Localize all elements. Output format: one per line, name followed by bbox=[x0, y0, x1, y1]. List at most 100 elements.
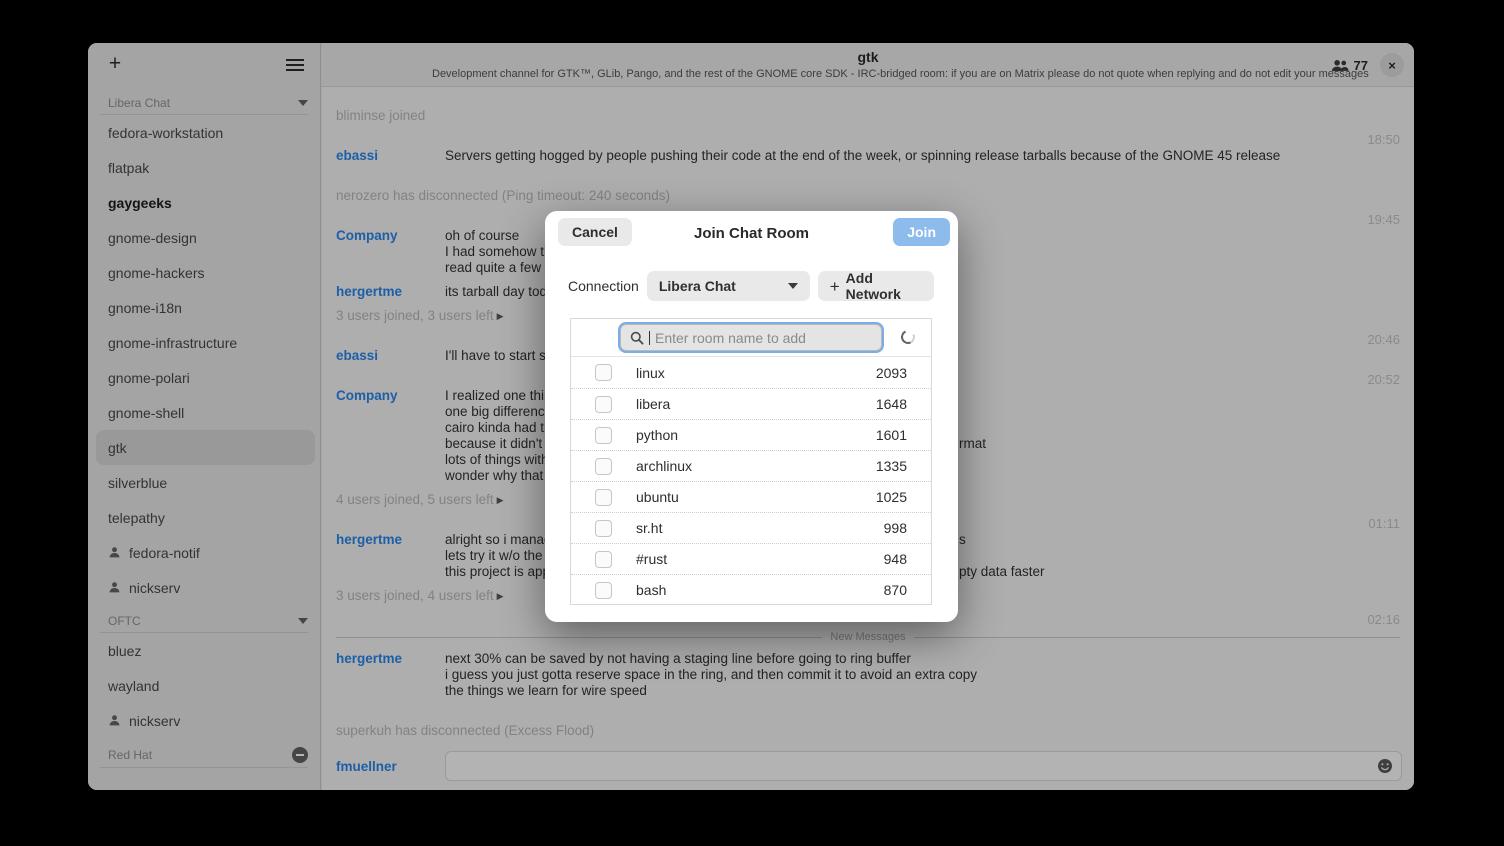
sidebar-item-gtk[interactable]: gtk bbox=[96, 430, 315, 465]
room-checkbox[interactable] bbox=[595, 519, 612, 537]
sidebar-list: Libera Chat fedora-workstation flatpak gayg… bbox=[88, 87, 320, 790]
section-divider bbox=[100, 767, 308, 768]
sidebar-item-label: gnome-hackers bbox=[108, 264, 205, 281]
timestamp: 18:50 bbox=[1367, 132, 1400, 147]
sidebar-item-gnome-polari[interactable]: gnome-polari bbox=[96, 360, 315, 395]
sidebar-item-label: gnome-infrastructure bbox=[108, 334, 238, 351]
sidebar-item-label: gaygeeks bbox=[108, 194, 172, 211]
sidebar-item-label: gnome-i18n bbox=[108, 299, 182, 316]
room-user-count: 1648 bbox=[875, 396, 907, 412]
sidebar-header: + bbox=[88, 43, 320, 87]
sidebar-item-gnome-i18n[interactable]: gnome-i18n bbox=[96, 290, 315, 325]
join-button[interactable]: Join bbox=[893, 218, 950, 246]
room-checkbox[interactable] bbox=[595, 395, 612, 413]
chevron-down-icon bbox=[787, 283, 798, 289]
sidebar-item-gnome-design[interactable]: gnome-design bbox=[96, 220, 315, 255]
add-network-label: Add Network bbox=[845, 270, 901, 302]
message-group: ebassi Servers getting hogged by people p… bbox=[336, 148, 1400, 164]
room-name: libera bbox=[636, 396, 671, 412]
nick-label: hergertme bbox=[336, 532, 403, 547]
expander-icon[interactable]: ▶ bbox=[497, 311, 504, 321]
sidebar-item-nickserv[interactable]: nickserv bbox=[96, 703, 315, 738]
nick-label: ebassi bbox=[336, 148, 379, 163]
title-wrap: gtk Development channel for GTK™, GLib, … bbox=[432, 49, 1369, 80]
room-checkbox[interactable] bbox=[595, 581, 612, 599]
person-icon bbox=[108, 714, 121, 727]
room-checkbox[interactable] bbox=[595, 550, 612, 568]
connection-value: Libera Chat bbox=[658, 278, 736, 294]
sidebar-item-nickserv[interactable]: nickserv bbox=[96, 570, 315, 605]
nick-label: Company bbox=[336, 228, 398, 243]
room-list-box: Enter room name to add linux 2093 libera 16… bbox=[570, 318, 932, 605]
room-user-count: 870 bbox=[883, 582, 907, 598]
section-label: OFTC bbox=[108, 614, 141, 628]
room-checkbox[interactable] bbox=[595, 426, 612, 444]
nick-label: hergertme bbox=[336, 284, 403, 299]
members-icon bbox=[1331, 59, 1349, 72]
search-input[interactable]: Enter room name to add bbox=[620, 324, 882, 351]
sidebar-item-bluez[interactable]: bluez bbox=[96, 633, 315, 668]
person-icon bbox=[108, 581, 121, 594]
add-room-button[interactable]: + bbox=[102, 52, 128, 78]
room-name: sr.ht bbox=[636, 520, 663, 536]
collapse-icon bbox=[298, 100, 308, 106]
room-row-archlinux[interactable]: archlinux 1335 bbox=[571, 450, 931, 481]
sidebar-item-gnome-infrastructure[interactable]: gnome-infrastructure bbox=[96, 325, 315, 360]
sidebar-item-wayland[interactable]: wayland bbox=[96, 668, 315, 703]
sidebar-item-gnome-shell[interactable]: gnome-shell bbox=[96, 395, 315, 430]
room-checkbox[interactable] bbox=[595, 488, 612, 506]
sidebar: + Libera Chat fedora-workstation flatpak ga… bbox=[88, 43, 321, 790]
section-header-red-hat[interactable]: Red Hat bbox=[88, 738, 320, 765]
join-chat-room-dialog: Cancel Join Chat Room Join Connection Li… bbox=[545, 211, 958, 622]
sidebar-item-label: gnome-design bbox=[108, 229, 197, 246]
room-checkbox[interactable] bbox=[595, 364, 612, 381]
sidebar-item-fedora-notif[interactable]: fedora-notif bbox=[96, 535, 315, 570]
emoji-icon[interactable] bbox=[1377, 758, 1393, 774]
sidebar-item-label: telepathy bbox=[108, 509, 165, 526]
menu-icon[interactable] bbox=[286, 59, 304, 71]
room-row--rust[interactable]: #rust 948 bbox=[571, 543, 931, 574]
expander-icon[interactable]: ▶ bbox=[497, 591, 504, 601]
room-row-linux[interactable]: linux 2093 bbox=[571, 357, 931, 388]
message-fragment: s bbox=[959, 532, 966, 547]
sidebar-item-gnome-hackers[interactable]: gnome-hackers bbox=[96, 255, 315, 290]
sidebar-item-label: nickserv bbox=[129, 579, 181, 596]
room-rows: linux 2093 libera 1648 python 1601 archlinux 13… bbox=[571, 357, 931, 604]
nick-button[interactable]: fmuellner bbox=[336, 759, 445, 774]
connection-dropdown[interactable]: Libera Chat bbox=[646, 271, 810, 301]
room-user-count: 998 bbox=[883, 520, 907, 536]
sidebar-item-flatpak[interactable]: flatpak bbox=[96, 150, 315, 185]
status-message: nerozero has disconnected (Ping timeout:… bbox=[336, 188, 670, 203]
room-subtitle: Development channel for GTK™, GLib, Pang… bbox=[432, 68, 1369, 80]
room-row-bash[interactable]: bash 870 bbox=[571, 574, 931, 604]
member-count: 77 bbox=[1353, 57, 1368, 73]
message-line: Servers getting hogged by people pushing… bbox=[445, 148, 1281, 163]
sidebar-item-silverblue[interactable]: silverblue bbox=[96, 465, 315, 500]
sidebar-item-gaygeeks[interactable]: gaygeeks bbox=[96, 185, 315, 220]
room-row-sr-ht[interactable]: sr.ht 998 bbox=[571, 512, 931, 543]
room-checkbox[interactable] bbox=[595, 457, 612, 475]
room-row-libera[interactable]: libera 1648 bbox=[571, 388, 931, 419]
member-count-button[interactable]: 77 bbox=[1331, 58, 1368, 73]
new-messages-divider: New Messages bbox=[336, 631, 1401, 643]
room-user-count: 2093 bbox=[875, 364, 907, 381]
plus-icon: + bbox=[829, 276, 840, 296]
room-name: #rust bbox=[636, 551, 668, 567]
section-header-libera-chat[interactable]: Libera Chat bbox=[88, 87, 320, 112]
message-fragment: pty data faster bbox=[959, 564, 1045, 579]
disconnected-icon[interactable] bbox=[292, 747, 308, 763]
status-message: bliminse joined bbox=[336, 108, 426, 123]
collapse-icon bbox=[298, 618, 308, 624]
sidebar-item-telepathy[interactable]: telepathy bbox=[96, 500, 315, 535]
message-input[interactable] bbox=[445, 751, 1402, 781]
room-name: archlinux bbox=[636, 458, 693, 474]
section-header-oftc[interactable]: OFTC bbox=[88, 605, 320, 630]
message-group: hergertme next 30% can be saved by not ha… bbox=[336, 651, 1400, 699]
sidebar-item-fedora-workstation[interactable]: fedora-workstation bbox=[96, 115, 315, 150]
room-user-count: 1601 bbox=[875, 427, 907, 443]
expander-icon[interactable]: ▶ bbox=[497, 495, 504, 505]
room-row-python[interactable]: python 1601 bbox=[571, 419, 931, 450]
close-button[interactable]: × bbox=[1380, 53, 1404, 77]
room-row-ubuntu[interactable]: ubuntu 1025 bbox=[571, 481, 931, 512]
add-network-button[interactable]: + Add Network bbox=[817, 270, 934, 302]
